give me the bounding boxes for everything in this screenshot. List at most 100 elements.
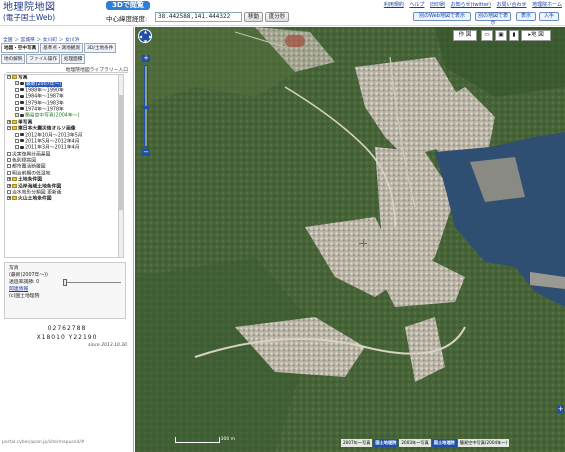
layer-checkbox[interactable] [7,164,11,169]
old-print-link[interactable]: 旧印刷 [430,2,445,8]
since-text: since 2013.10.30 [88,343,127,348]
layer-checkbox[interactable] [7,151,11,156]
dms-button[interactable]: 度分秒 [265,12,289,22]
get-button[interactable]: 入手 [539,12,559,21]
opacity-value: 0 [36,280,40,285]
layer-checkbox[interactable]: ✓ [15,81,19,86]
photo-layer-icon [20,113,24,117]
pan-right-icon[interactable]: ▶ [149,35,152,39]
layer-checkbox[interactable] [15,100,19,105]
tree-item-label: 最新(2007年～) [25,81,63,87]
tree-item-label: 土地条件図 [18,177,42,183]
tree-item-label: 2011年5月～2012年4月 [25,139,80,145]
tab-map-photo[interactable]: 地図・空中写真 [1,43,40,53]
expand-toggle-icon[interactable]: − [7,126,11,131]
zoom-slider[interactable] [143,65,149,147]
scale-label: 300 m [220,437,235,442]
tree-item-label: 治水地形分類図 更新版 [12,190,62,196]
layer-checkbox[interactable] [7,190,11,195]
move-button[interactable]: 移動 [244,12,263,22]
layer-checkbox[interactable] [15,132,19,137]
expand-toggle-icon[interactable]: + [7,183,11,188]
contact-link[interactable]: お問い合わせ [497,2,527,8]
layer-checkbox[interactable] [7,158,11,163]
layer-checkbox[interactable] [15,106,19,111]
show-button[interactable]: 表示 [516,12,536,21]
photo-icon[interactable]: ▣ [495,30,507,41]
folder-icon [12,75,17,79]
layer-checkbox[interactable] [15,138,19,143]
photo-layer-icon [20,145,24,149]
map-view[interactable]: ▲ ▼ ◀ ▶ + − 作 図 ▭ ▣ ▮ ▸地 図 + 300 m 2007年… [135,27,565,452]
gsi-home-link[interactable]: 地理院ホーム [532,2,562,8]
folder-icon [12,183,17,188]
attr-gsi[interactable]: 国土地理院 [373,439,399,447]
photo-layer-icon [20,133,24,137]
tab-area[interactable]: 処理面積 [60,54,86,64]
attribution: 2007年～写真 国土地理院 2003年～写真 国土地理院 簡易空中写真(2004年～) [340,439,510,447]
logo-line1: 地理院地図 [3,2,56,13]
tree-item-label: 沿岸海域土地条件図 [18,184,62,190]
draw-tool-button[interactable]: 作 図 [453,30,477,41]
aerial-photo [135,27,565,452]
coords-line1: 02762788 [47,325,87,332]
expand-toggle-icon[interactable]: + [7,196,11,201]
layer-checkbox[interactable] [7,170,11,175]
layer-checkbox[interactable] [15,94,19,99]
terms-link[interactable]: 利用規約 [384,2,404,8]
tree-item-label: 都市圏活断層図 [12,164,46,170]
center-coords-input[interactable]: 38.442588,141.444322 [155,12,242,22]
layer-checkbox[interactable] [15,145,19,150]
tab-3d-land[interactable]: 3D/土地条件 [83,43,117,53]
tree-item-label: 1988年～1990年 [25,88,64,94]
zoom-slider-knob[interactable] [143,106,149,109]
tab-file-ops[interactable]: ファイル操作 [26,54,60,64]
tree-item-label: 写真 [18,75,28,81]
photo-layer-icon [20,94,24,98]
pan-left-icon[interactable]: ◀ [139,35,142,39]
tree-item-label: 1984年～1987年 [25,94,64,100]
info-title: 写真 [9,266,19,271]
news-twitter-link[interactable]: お知らせ(twitter) [451,2,491,8]
expand-toggle-icon[interactable]: − [7,75,11,79]
help-link[interactable]: ヘルプ [409,2,424,8]
attr-gsi[interactable]: 国土地理院 [431,439,457,447]
site-logo[interactable]: 地理院地図 (電子国土Web) [3,2,75,22]
tab-interpretation[interactable]: 地の解釈 [1,54,26,64]
top-links: 利用規約 ヘルプ 旧印刷 お知らせ(twitter) お問い合わせ 地理院ホーム [380,1,562,8]
layer-checkbox[interactable]: ✓ [15,113,19,118]
scrollbar-thumb[interactable] [119,95,123,210]
pan-control[interactable]: ▲ ▼ ◀ ▶ [138,29,152,44]
tree-scrollbar[interactable] [118,75,123,257]
folder-icon [12,126,17,131]
tree-item-label: 2011年3月～2011年4月 [25,145,80,151]
pan-down-icon[interactable]: ▼ [144,40,147,44]
library-entry-link[interactable]: 地理院地図ライブラリー入口 [6,66,128,73]
tree-item[interactable]: + 火山土地条件図 [5,196,123,202]
print-icon[interactable]: ▭ [481,30,493,41]
expand-toggle-icon[interactable]: + [7,177,11,182]
expand-toggle-icon[interactable]: + [7,119,11,124]
expand-icon[interactable]: + [557,406,564,413]
tab-control-points[interactable]: 基準点・測地観測 [40,43,83,53]
opacity-slider[interactable] [63,279,121,286]
tree-item-label: 色別標高図 [12,158,36,164]
layer-checkbox[interactable] [15,87,19,92]
center-coords-label: 中心緯度経度: [106,15,148,23]
pan-up-icon[interactable]: ▲ [144,30,147,34]
zoom-in-button[interactable]: + [142,55,150,62]
map-switch-button[interactable]: ▸地 図 [521,30,551,41]
other-map-button[interactable]: 別の地図で表示 [475,12,511,26]
tree-item-label: 2012年10月～2013年5月 [25,133,83,139]
other-web-map-button[interactable]: 別のWeb地図で表示 [413,12,471,21]
zoom-out-button[interactable]: − [142,149,150,156]
related-info-link[interactable]: 関連情報 [9,286,121,293]
tree-item-label: 東日本大震災後オルソ画像 [18,126,76,132]
grid-coords: 02762788 X18010 Y22190 [0,324,134,342]
breadcrumb: 全国 ＞ 宮城県 ＞ 女川町 ＞ 女川浜 [3,38,80,43]
view-3d-button[interactable]: 3Dで閲覧 [106,1,150,10]
tree-item-label: 単写真 [18,120,33,126]
sidebar: 全国 ＞ 宮城県 ＞ 女川町 ＞ 女川浜 地図・空中写真 基準点・測地観測 3D… [0,27,134,452]
pin-icon[interactable]: ▮ [509,30,519,41]
opacity-slider-knob[interactable] [63,279,67,286]
